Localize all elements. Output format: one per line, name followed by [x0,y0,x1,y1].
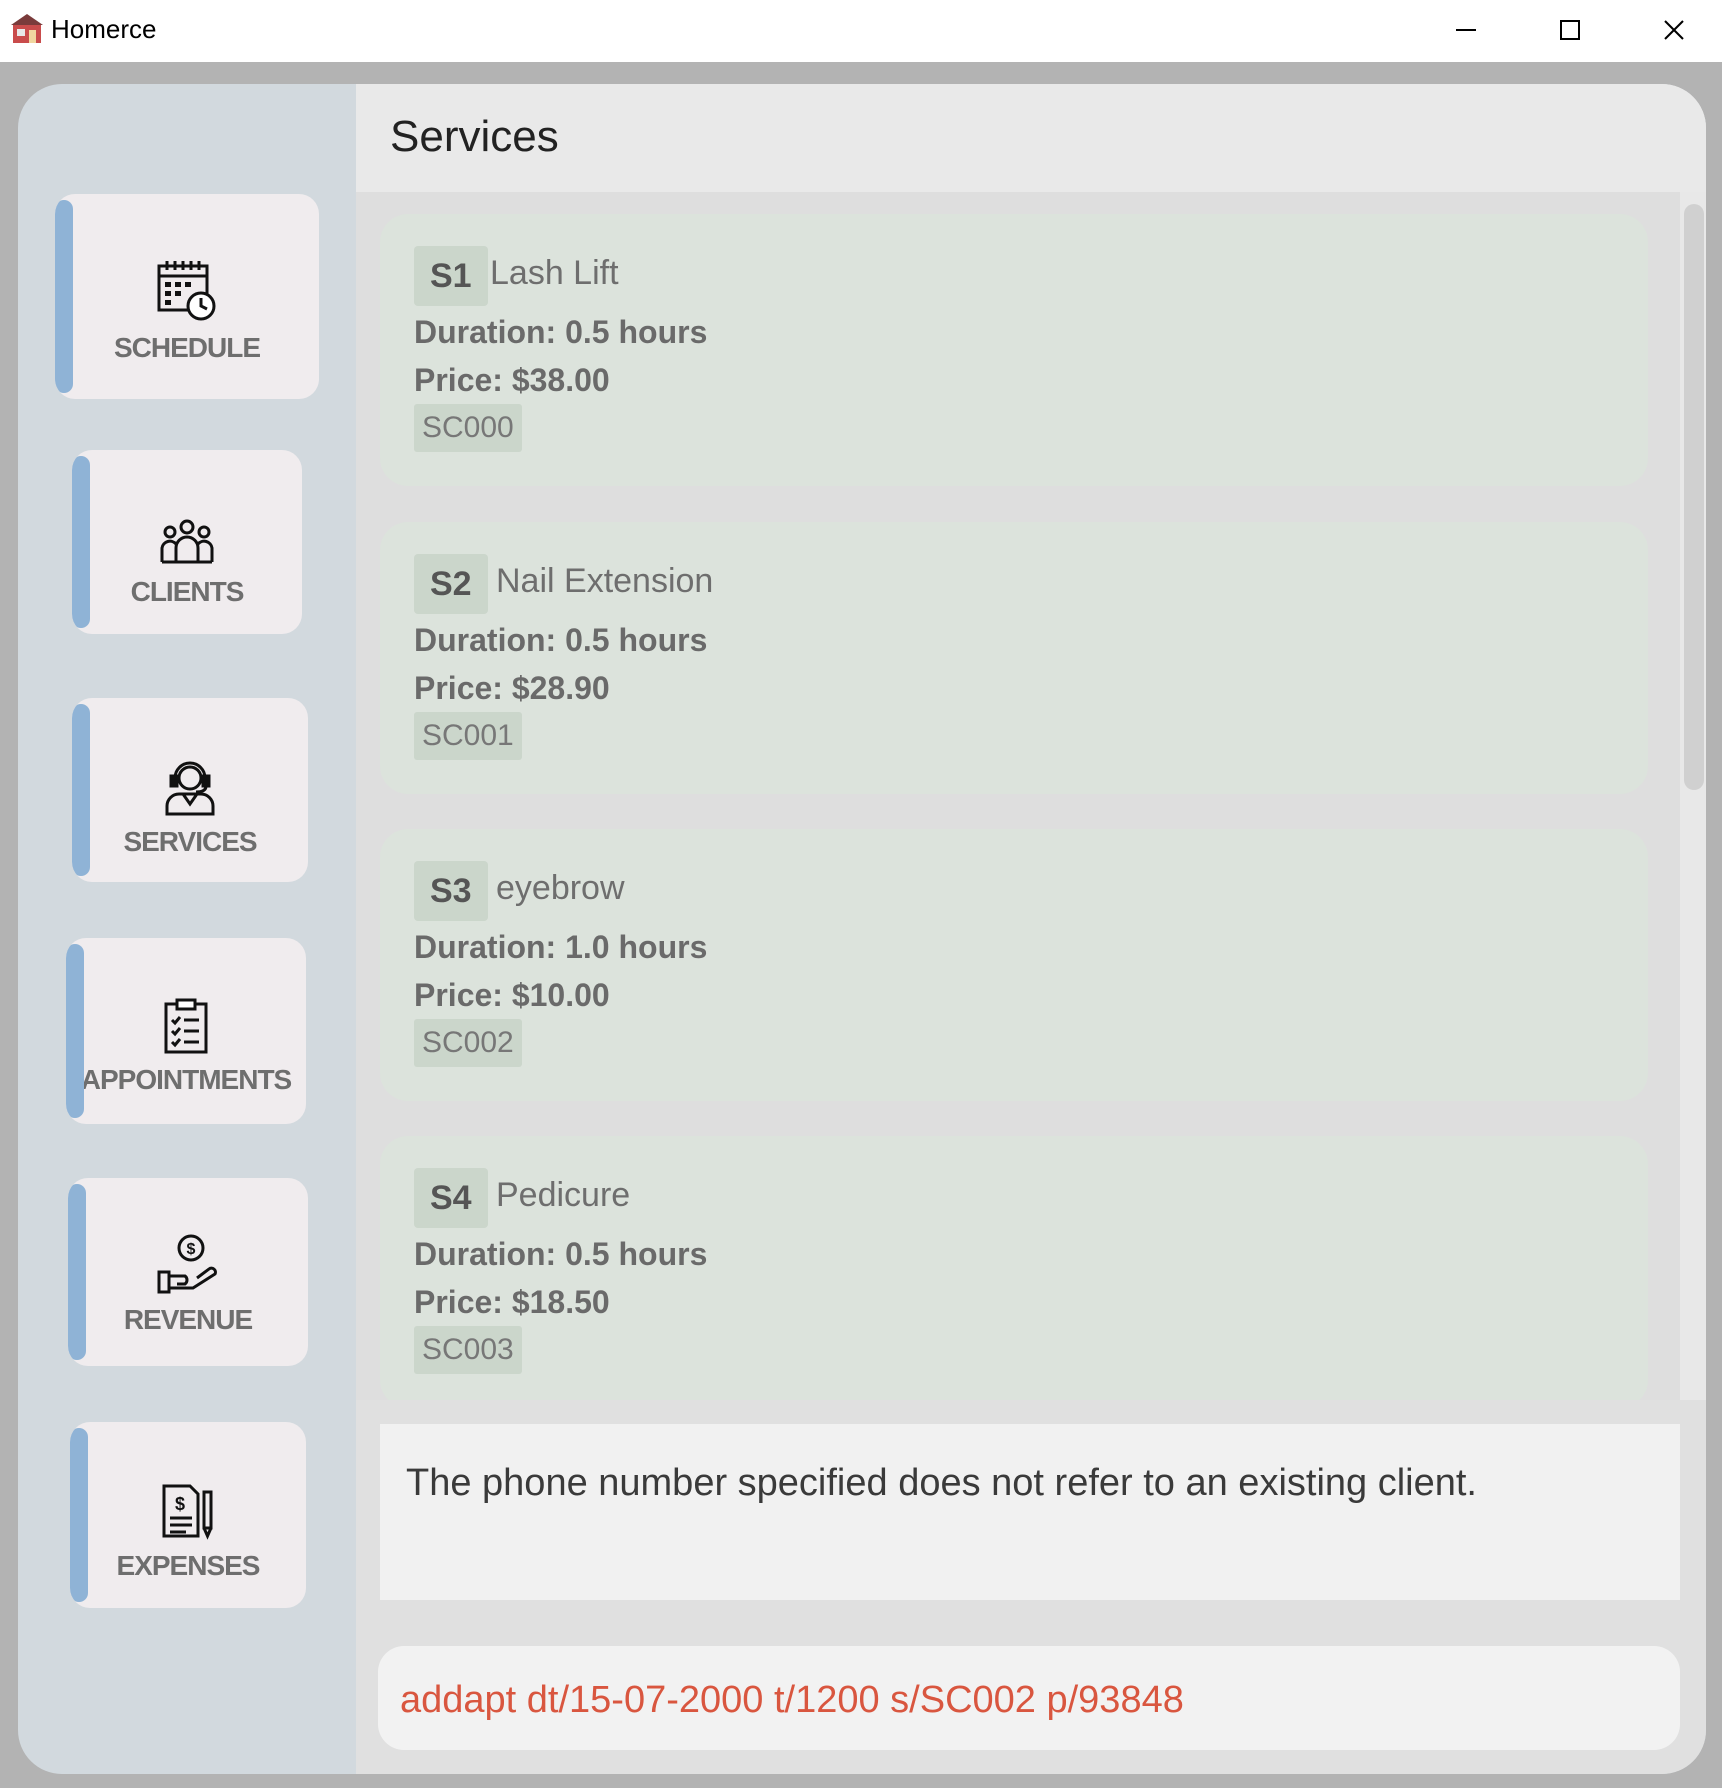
headset-person-icon [165,761,215,816]
service-list[interactable]: S1 Lash Lift Duration: 0.5 hours Price: … [356,192,1680,1400]
service-card[interactable]: S2 Nail Extension Duration: 0.5 hours Pr… [380,522,1648,794]
accent-bar [72,456,90,628]
accent-bar [68,1184,86,1360]
service-price: Price: $38.00 [414,362,610,398]
main-window: SCHEDULE CLIENTS SERVICES APPOINTMENTS $… [18,84,1706,1774]
sidebar-item-label: EXPENSES [116,1550,261,1581]
accent-bar [66,944,84,1118]
page-header: Services [356,84,1706,192]
accent-bar [70,1428,88,1602]
maximize-button[interactable] [1518,0,1622,60]
sidebar-item-expenses[interactable]: $ EXPENSES [70,1422,306,1608]
sidebar-item-label: CLIENTS [130,576,245,607]
service-name: eyebrow [496,869,625,907]
sidebar-item-appointments[interactable]: APPOINTMENTS [66,938,306,1124]
minimize-button[interactable] [1414,0,1518,60]
people-group-icon [160,519,214,564]
result-message: The phone number specified does not refe… [406,1462,1477,1504]
sidebar-item-label: APPOINTMENTS [80,1064,292,1095]
service-card[interactable]: S1 Lash Lift Duration: 0.5 hours Price: … [380,214,1648,486]
sidebar-item-label: REVENUE [123,1304,253,1335]
close-button[interactable] [1622,0,1722,60]
title-bar: Homerce [0,0,1722,62]
command-box[interactable] [378,1646,1680,1750]
service-name: Pedicure [496,1176,631,1214]
close-icon [1664,20,1684,40]
service-duration: Duration: 1.0 hours [414,929,708,965]
svg-text:$: $ [187,1241,196,1258]
service-name: Lash Lift [490,254,619,292]
service-price: Price: $18.50 [414,1284,610,1320]
service-price: Price: $28.90 [414,670,610,706]
service-index-badge: S4 [414,1168,488,1228]
service-duration: Duration: 0.5 hours [414,622,708,658]
sidebar-item-schedule[interactable]: SCHEDULE [55,194,319,399]
sidebar: SCHEDULE CLIENTS SERVICES APPOINTMENTS $… [18,84,356,1774]
invoice-pen-icon: $ [162,1484,213,1540]
calendar-clock-icon [157,261,216,321]
service-index-badge: S3 [414,861,488,921]
content-panel: Services S1 Lash Lift Duration: 0.5 hour… [356,84,1706,1774]
svg-text:$: $ [175,1494,185,1514]
page-title: Services [390,112,559,161]
service-index-badge: S1 [414,246,488,306]
service-price: Price: $10.00 [414,977,610,1013]
list-scrollbar[interactable] [1680,192,1706,1400]
sidebar-item-clients[interactable]: CLIENTS [72,450,302,634]
accent-bar [72,704,90,876]
sidebar-item-revenue[interactable]: $ REVENUE [68,1178,308,1366]
sidebar-item-label: SERVICES [123,826,257,857]
scrollbar-thumb[interactable] [1684,204,1704,790]
result-display: The phone number specified does not refe… [380,1424,1680,1600]
service-card[interactable]: S3 eyebrow Duration: 1.0 hours Price: $1… [380,829,1648,1101]
service-duration: Duration: 0.5 hours [414,314,708,350]
app-icon [11,14,43,43]
service-code-tag: SC003 [414,1326,522,1374]
maximize-icon [1560,20,1580,40]
minimize-icon [1456,29,1476,31]
window-title: Homerce [51,14,157,44]
service-code-tag: SC002 [414,1019,522,1067]
service-duration: Duration: 0.5 hours [414,1236,708,1272]
hand-dollar-icon: $ [157,1234,217,1294]
service-code-tag: SC001 [414,712,522,760]
command-input[interactable] [400,1674,1650,1726]
service-name: Nail Extension [496,562,714,600]
service-card[interactable]: S4 Pedicure Duration: 0.5 hours Price: $… [380,1136,1648,1400]
service-code-tag: SC000 [414,404,522,452]
sidebar-item-services[interactable]: SERVICES [72,698,308,882]
accent-bar [55,200,73,393]
sidebar-item-label: SCHEDULE [113,332,261,363]
service-index-badge: S2 [414,554,488,614]
clipboard-checklist-icon [164,998,208,1054]
